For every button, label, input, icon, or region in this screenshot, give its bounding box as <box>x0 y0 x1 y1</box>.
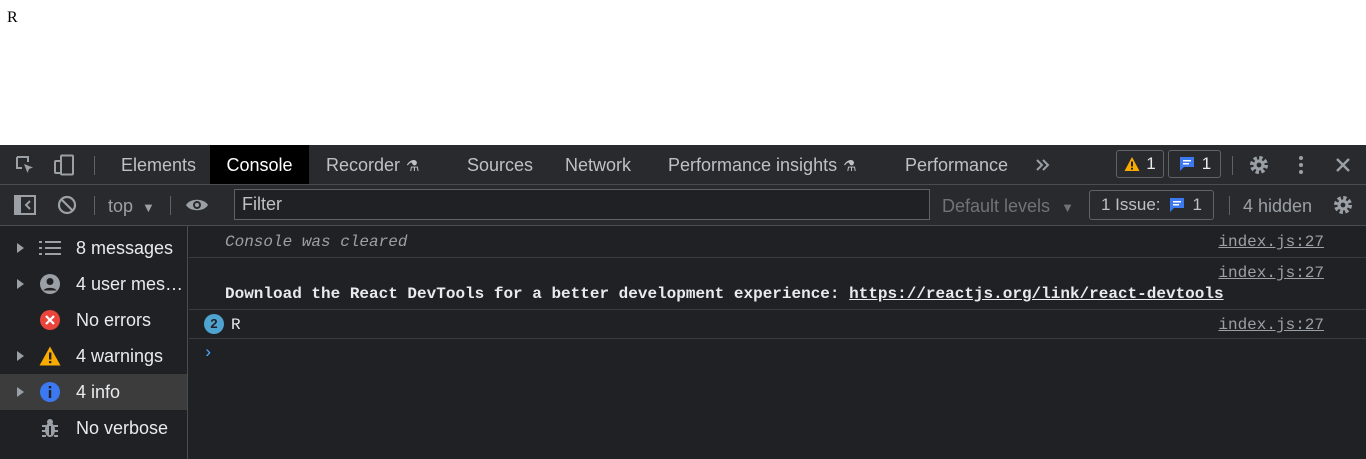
sidebar-item-label: No verbose <box>76 418 169 438</box>
user-icon <box>39 273 61 295</box>
divider <box>170 196 171 215</box>
sidebar-item-verbose[interactable]: No verbose <box>0 410 187 446</box>
tab-recorder-label: Recorder <box>326 155 401 175</box>
context-label: top <box>108 196 134 216</box>
more-tabs-chevron-icon[interactable] <box>1031 153 1055 177</box>
console-log: Console was cleared index.js:27 index.js… <box>189 226 1366 459</box>
list-icon <box>39 237 61 259</box>
bug-icon <box>39 417 61 439</box>
error-icon <box>39 309 61 331</box>
experiment-flask-icon: ⚗ <box>406 158 420 175</box>
clear-console-icon[interactable] <box>55 193 79 217</box>
messages-badge[interactable]: 1 <box>1168 150 1221 178</box>
divider <box>94 196 95 215</box>
sidebar-item-warnings[interactable]: 4 warnings <box>0 338 187 374</box>
issues-label: 1 Issue: <box>1100 195 1161 214</box>
device-toolbar-icon[interactable] <box>52 153 76 177</box>
message-text: Download the React DevTools for a better… <box>225 285 850 303</box>
console-sidebar: 8 messages 4 user messages No errors 4 w… <box>0 226 188 459</box>
tab-console[interactable]: Console <box>210 145 309 184</box>
sidebar-item-errors[interactable]: No errors <box>0 302 187 338</box>
expand-arrow-icon[interactable] <box>17 351 24 361</box>
info-icon <box>39 381 61 403</box>
source-link[interactable]: index.js:27 <box>1218 264 1324 282</box>
issues-count: 1 <box>1192 195 1202 214</box>
devtools-tab-bar: Elements Console Recorder ⚗ Sources Netwo… <box>0 145 1366 185</box>
message-text: R <box>231 316 241 334</box>
expand-arrow-icon[interactable] <box>17 243 24 253</box>
console-toolbar: top ▼ Default levels ▼ 1 Issue: 1 4 hidd… <box>0 185 1366 226</box>
divider <box>1229 196 1230 215</box>
react-devtools-link[interactable]: https://reactjs.org/link/react-devtools <box>849 285 1223 303</box>
devtools-panel: Elements Console Recorder ⚗ Sources Netwo… <box>0 145 1366 459</box>
console-prompt-chevron-icon[interactable]: › <box>203 344 213 363</box>
divider <box>94 156 95 175</box>
toggle-sidebar-icon[interactable] <box>13 193 37 217</box>
issues-button[interactable]: 1 Issue: 1 <box>1089 190 1214 220</box>
sidebar-item-label: 4 info <box>76 382 121 402</box>
expand-arrow-icon[interactable] <box>17 279 24 289</box>
log-levels-dropdown[interactable]: Default levels ▼ <box>942 185 1074 225</box>
more-options-kebab-icon[interactable] <box>1289 153 1313 177</box>
tab-network[interactable]: Network <box>565 145 631 184</box>
sidebar-item-messages[interactable]: 8 messages <box>0 230 187 266</box>
page-content: R <box>0 0 1366 145</box>
console-message: index.js:27 Download the React DevTools … <box>189 258 1366 310</box>
tab-recorder[interactable]: Recorder ⚗ <box>326 145 419 184</box>
message-icon <box>1169 198 1184 212</box>
warnings-count: 1 <box>1146 154 1156 173</box>
console-message: 2 R index.js:27 <box>189 310 1366 339</box>
source-link[interactable]: index.js:27 <box>1218 233 1324 251</box>
filter-input[interactable] <box>234 189 930 220</box>
page-text: R <box>7 9 18 26</box>
console-cleared-text: Console was cleared <box>225 233 408 251</box>
warning-icon <box>39 345 61 367</box>
console-message: Console was cleared index.js:27 <box>189 226 1366 258</box>
dropdown-arrow-icon: ▼ <box>1061 200 1074 215</box>
sidebar-item-label: 8 messages <box>76 238 174 258</box>
console-settings-gear-icon[interactable] <box>1331 193 1355 217</box>
inspect-element-icon[interactable] <box>13 153 37 177</box>
tab-performance-insights-label: Performance insights <box>668 155 838 175</box>
tab-performance[interactable]: Performance <box>905 145 1008 184</box>
message-icon <box>1179 157 1194 171</box>
dropdown-arrow-icon: ▼ <box>142 200 155 215</box>
close-icon[interactable] <box>1331 153 1355 177</box>
expand-arrow-icon[interactable] <box>17 387 24 397</box>
context-selector[interactable]: top ▼ <box>108 185 155 225</box>
devtools-message-text: Download the React DevTools for a better… <box>225 285 1224 303</box>
tab-performance-insights[interactable]: Performance insights ⚗ <box>668 145 857 184</box>
sidebar-item-label: 4 warnings <box>76 346 164 366</box>
messages-count: 1 <box>1201 154 1212 173</box>
sidebar-item-user-messages[interactable]: 4 user messages <box>0 266 187 302</box>
hidden-messages-count: 4 hidden <box>1243 196 1313 216</box>
log-levels-label: Default levels <box>942 196 1051 216</box>
warning-icon <box>1124 157 1140 171</box>
repeat-count-badge: 2 <box>204 314 224 334</box>
live-expression-eye-icon[interactable] <box>185 193 209 217</box>
warnings-badge[interactable]: 1 <box>1116 150 1164 178</box>
sidebar-item-label: 4 user messages <box>76 274 186 294</box>
sidebar-item-info[interactable]: 4 info <box>0 374 187 410</box>
tab-sources[interactable]: Sources <box>467 145 533 184</box>
sidebar-item-label: No errors <box>76 310 152 330</box>
divider <box>1232 156 1233 175</box>
experiment-flask-icon: ⚗ <box>843 158 857 175</box>
source-link[interactable]: index.js:27 <box>1218 316 1324 334</box>
settings-gear-icon[interactable] <box>1247 153 1271 177</box>
tab-elements[interactable]: Elements <box>121 145 196 184</box>
